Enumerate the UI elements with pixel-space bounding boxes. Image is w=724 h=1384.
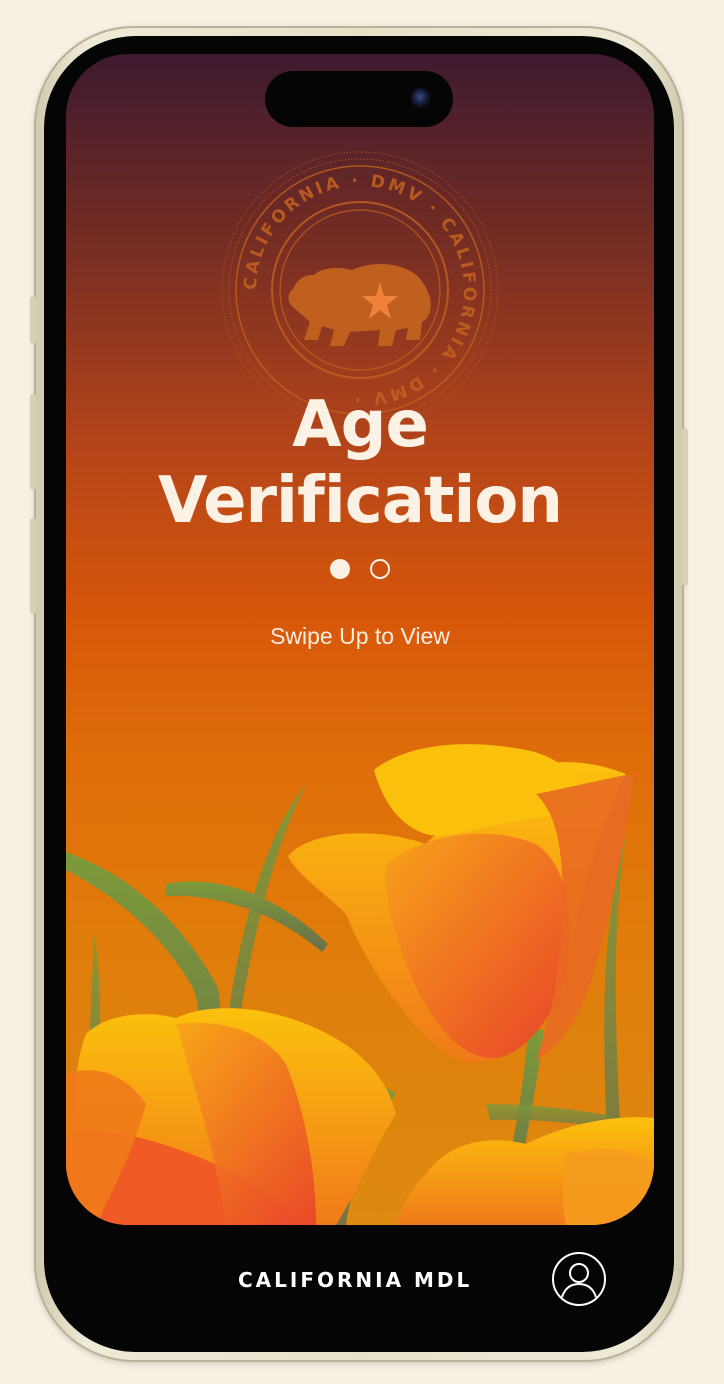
user-profile-icon[interactable]	[551, 1251, 607, 1307]
dynamic-island	[265, 71, 453, 127]
age-verification-screen[interactable]: CALIFORNIA · DMV · CALIFORNIA · DMV · Ag…	[66, 54, 654, 1225]
app-stage: CALIFORNIA · DMV · CALIFORNIA · DMV · Ag…	[0, 0, 724, 1384]
page-dot-1[interactable]	[330, 559, 350, 579]
front-camera-icon	[411, 88, 431, 108]
volume-down-button	[30, 518, 36, 614]
action-button	[30, 296, 36, 344]
bear-star-icon	[288, 264, 431, 346]
page-dot-2[interactable]	[370, 559, 390, 579]
swipe-hint: Swipe Up to View	[270, 623, 450, 649]
page-indicator[interactable]	[66, 559, 654, 579]
volume-up-button	[30, 394, 36, 490]
page-title: Age Verification	[66, 387, 654, 539]
poppy-flowers-illustration	[66, 744, 654, 1225]
app-brand-label: CALIFORNIA MDL	[238, 1268, 473, 1292]
title-line-age: Age	[292, 388, 429, 462]
title-line-verification: Verification	[158, 464, 563, 538]
power-button	[682, 428, 688, 586]
